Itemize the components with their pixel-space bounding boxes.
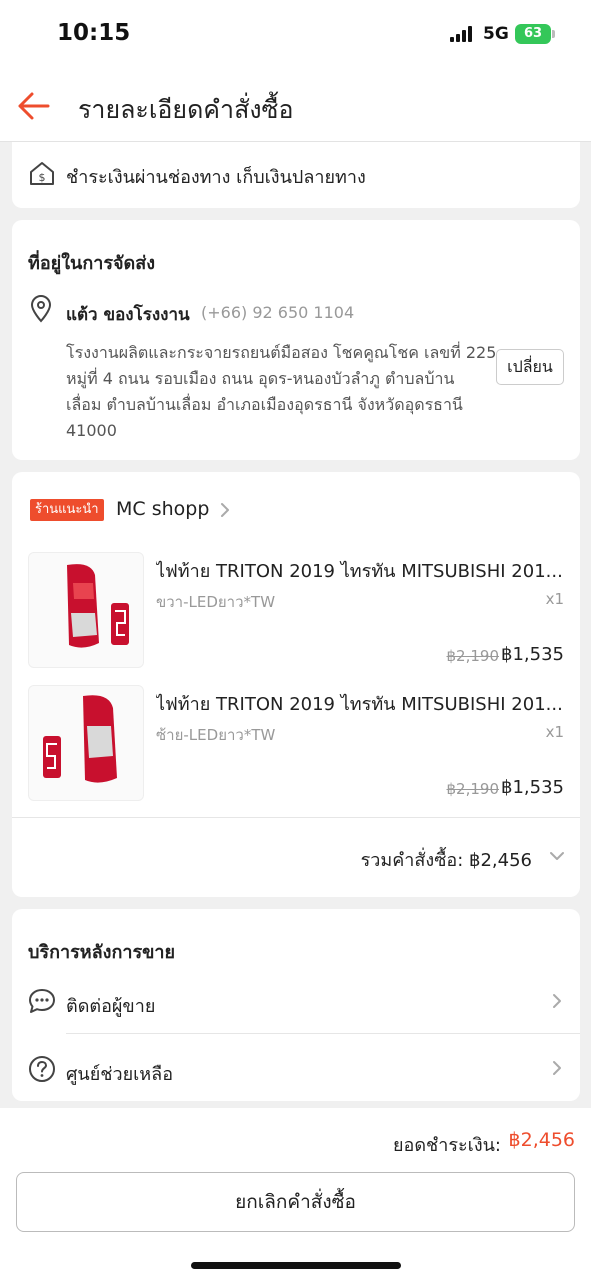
address-section-title: ที่อยู่ในการจัดส่ง: [28, 253, 156, 274]
product-price: ฿1,535: [501, 644, 564, 665]
payment-total-value: ฿2,456: [508, 1129, 575, 1151]
recipient-name: แต้ว ของโรงงาน: [66, 305, 190, 325]
product-name: ไฟท้าย TRITON 2019 ไทรทัน MITSUBISHI 201…: [156, 694, 563, 715]
network-label: 5G: [483, 24, 509, 44]
signal-icon: [450, 26, 476, 42]
back-arrow-icon: [18, 92, 50, 120]
shop-name-link[interactable]: MC shopp: [116, 498, 209, 520]
svg-text:$: $: [39, 171, 46, 184]
change-address-button[interactable]: เปลี่ยน: [496, 349, 564, 385]
app-header: รายละเอียดคำสั่งซื้อ: [0, 70, 591, 142]
battery-icon: 63: [515, 24, 551, 44]
preferred-shop-badge: ร้านแนะนำ: [30, 499, 104, 521]
payment-card: $ ชำระเงินผ่านช่องทาง เก็บเงินปลายทาง: [12, 142, 580, 208]
product-variant: ซ้าย-LEDยาว*TW: [156, 726, 276, 744]
recipient-phone: (+66) 92 650 1104: [201, 303, 355, 322]
product-thumbnail: [28, 685, 144, 801]
product-variant: ขวา-LEDยาว*TW: [156, 593, 276, 611]
address-text: โรงงานผลิตและกระจายรถยนต์มือสอง โชคคูณโช…: [66, 340, 497, 444]
product-original-price: ฿2,190: [446, 780, 500, 798]
after-sales-title: บริการหลังการขาย: [28, 942, 176, 963]
payment-total-label: ยอดชำระเงิน:: [392, 1135, 501, 1156]
divider: [66, 1033, 580, 1034]
address-line: โรงงานผลิตและกระจายรถยนต์มือสอง โชคคูณโช…: [66, 343, 497, 362]
product-original-price: ฿2,190: [446, 647, 500, 665]
status-time: 10:15: [57, 20, 131, 46]
product-quantity: x1: [545, 723, 564, 741]
contact-seller-label: ติดต่อผู้ขาย: [66, 996, 156, 1017]
battery-level: 63: [523, 26, 543, 41]
help-center-label: ศูนย์ช่วยเหลือ: [66, 1064, 174, 1085]
question-circle-icon: [29, 1056, 55, 1082]
order-item[interactable]: ไฟท้าย TRITON 2019 ไทรทัน MITSUBISHI 201…: [28, 685, 564, 805]
chat-bubble-icon: [29, 989, 55, 1013]
order-item[interactable]: ไฟท้าย TRITON 2019 ไทรทัน MITSUBISHI 201…: [28, 552, 564, 672]
payment-method: ชำระเงินผ่านช่องทาง เก็บเงินปลายทาง: [66, 167, 366, 188]
chevron-right-icon: [553, 1061, 561, 1075]
order-total[interactable]: รวมคำสั่งซื้อ: ฿2,456: [361, 845, 532, 874]
divider: [12, 817, 580, 818]
cancel-order-button[interactable]: ยกเลิกคำสั่งซื้อ: [16, 1172, 575, 1232]
chevron-right-icon[interactable]: [218, 501, 232, 519]
back-button[interactable]: [14, 86, 54, 126]
taillight-image-icon: [29, 686, 143, 800]
product-price: ฿1,535: [501, 777, 564, 798]
after-sales-card: บริการหลังการขาย ติดต่อผู้ขาย ศูนย์ช่วยเ…: [12, 909, 580, 1101]
payment-house-icon: $: [30, 162, 54, 185]
status-bar: 10:15 5G 63: [0, 0, 591, 70]
bottom-bar: ยอดชำระเงิน: ฿2,456 ยกเลิกคำสั่งซื้อ: [0, 1108, 591, 1280]
address-line: เลื่อม ตำบลบ้านเลื่อม อำเภอเมืองอุดรธานี…: [66, 395, 463, 414]
location-pin-icon: [30, 295, 52, 323]
shop-order-card: ร้านแนะนำ MC shopp ไฟท้าย TRITON 2019 ไท…: [12, 472, 580, 897]
product-thumbnail: [28, 552, 144, 668]
address-line: 41000: [66, 421, 117, 440]
product-quantity: x1: [545, 590, 564, 608]
taillight-image-icon: [29, 553, 143, 667]
chevron-right-icon: [553, 994, 561, 1008]
shipping-address-card: ที่อยู่ในการจัดส่ง แต้ว ของโรงงาน (+66) …: [12, 220, 580, 460]
chevron-down-icon[interactable]: [548, 850, 566, 862]
battery-tip: [552, 30, 555, 38]
page-title: รายละเอียดคำสั่งซื้อ: [78, 95, 294, 124]
address-line: หมู่ที่ 4 ถนน รอบเมือง ถนน อุดร-หนองบัวล…: [66, 369, 455, 388]
home-indicator[interactable]: [191, 1262, 401, 1269]
product-name: ไฟท้าย TRITON 2019 ไทรทัน MITSUBISHI 201…: [156, 561, 563, 582]
